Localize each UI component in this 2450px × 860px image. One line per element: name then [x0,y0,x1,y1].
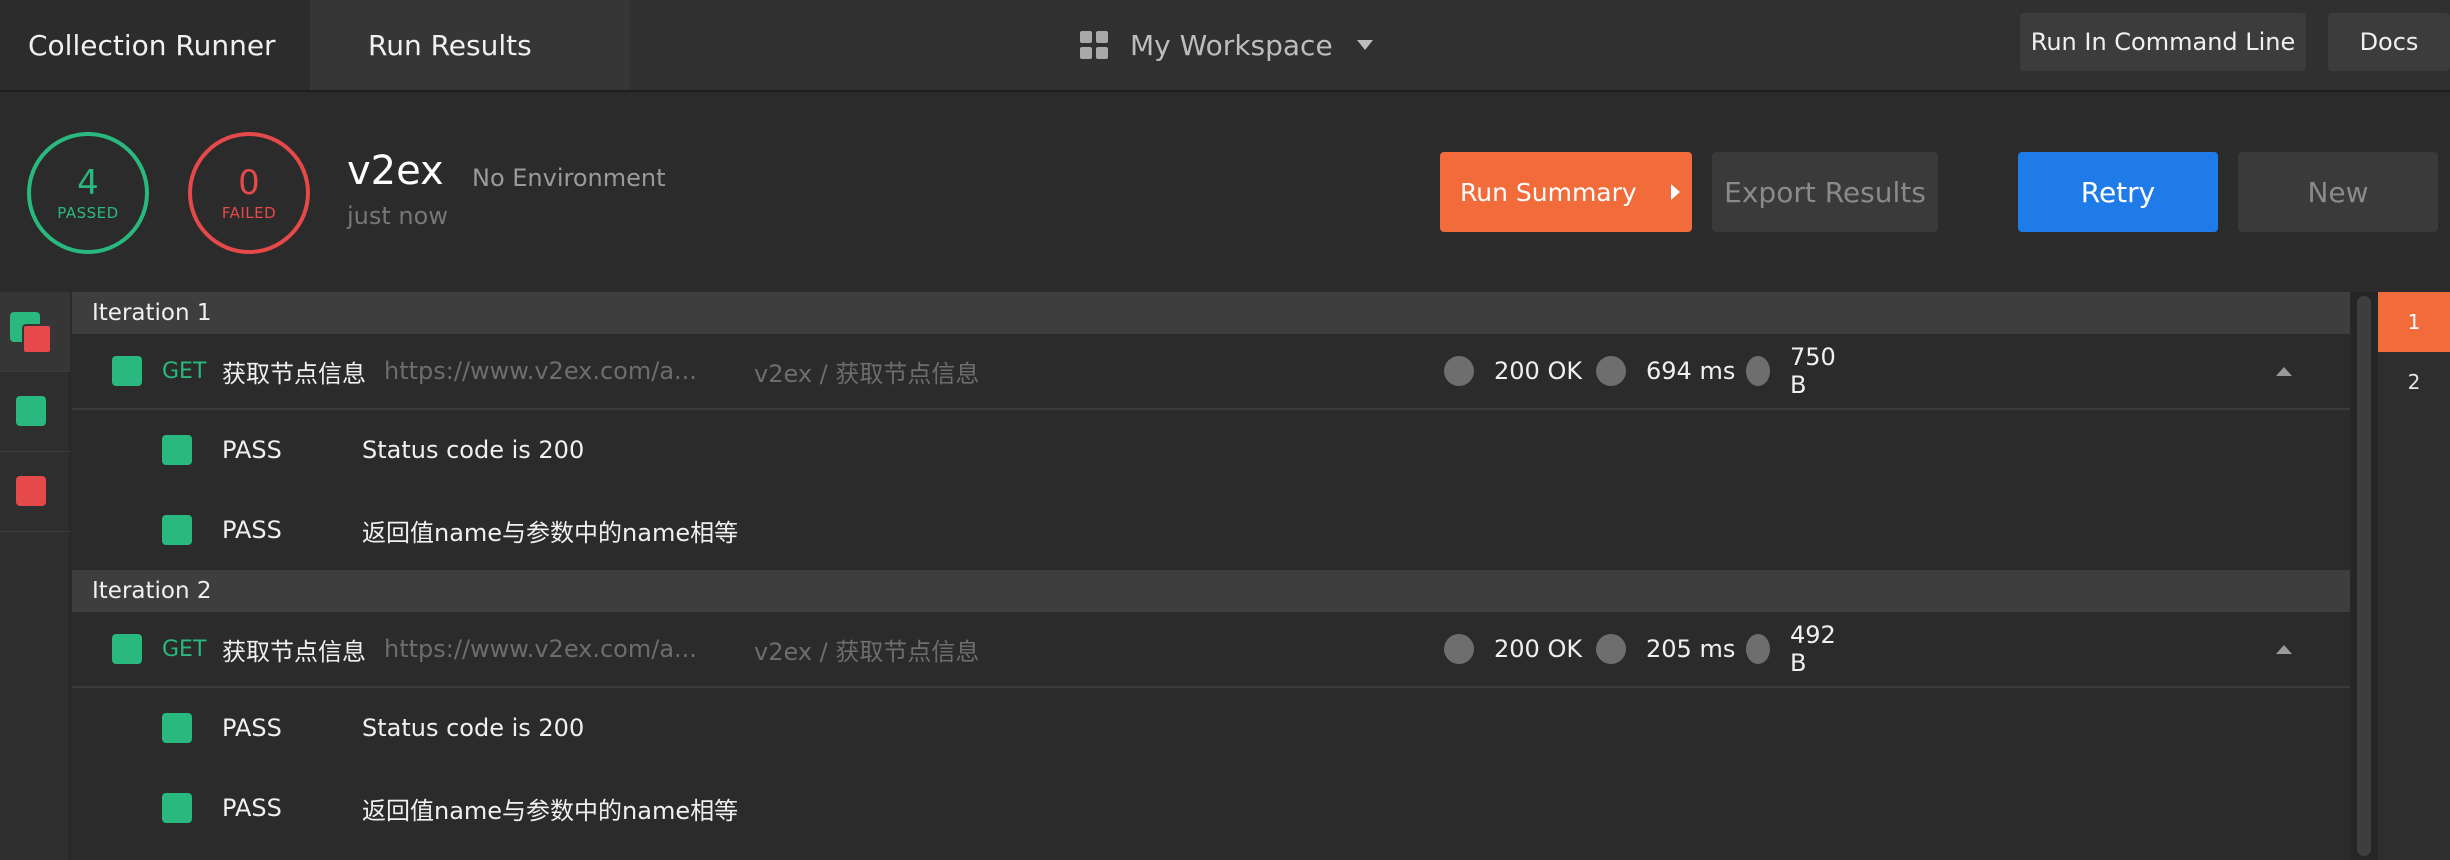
response-time: 205 ms [1596,634,1746,664]
response-status: 200 OK [1444,356,1596,386]
time-dot-icon [1596,634,1626,664]
fail-square-icon [16,476,46,506]
pass-square-icon [162,435,192,465]
pass-square-icon [16,396,46,426]
filter-all[interactable] [0,292,70,372]
filter-failed[interactable] [0,452,70,532]
run-timestamp: just now [347,202,448,230]
collection-name: v2ex [347,148,444,194]
iteration-page-2[interactable]: 2 [2378,352,2450,412]
breadcrumb-label: Collection Runner [28,28,276,62]
iteration-pager: 1 2 [2378,292,2450,860]
breadcrumb-label: Run Results [368,28,532,62]
play-arrow-icon [1670,184,1680,200]
test-name: 返回值name与参数中的name相等 [362,518,739,547]
test-result-row: PASS 返回值name与参数中的name相等 [72,490,2350,570]
request-name: 获取节点信息 [222,637,366,666]
response-time: 694 ms [1596,356,1746,386]
collapse-caret-icon[interactable] [2276,367,2292,376]
test-result-row: PASS 返回值name与参数中的name相等 [72,768,2350,848]
pass-square-icon [112,356,142,386]
workspace-name: My Workspace [1130,28,1333,62]
test-status: PASS [222,436,282,464]
caret-down-icon [1356,40,1373,50]
test-name: 返回值name与参数中的name相等 [362,796,739,825]
response-status-text: 200 OK [1494,357,1583,385]
response-size-text: 750 B [1790,343,1836,399]
response-size-text: 492 B [1790,621,1836,677]
request-method: GET [162,636,207,662]
passed-count-badge: 4 PASSED [27,132,149,254]
response-size: 750 B [1746,343,1846,399]
breadcrumb-separator [608,0,630,90]
scrollbar-thumb[interactable] [2357,296,2371,856]
request-url: https://www.v2ex.com/a... [384,357,697,385]
iteration-header: Iteration 1 [72,292,2350,334]
run-in-command-line-button[interactable]: Run In Command Line [2020,13,2306,71]
pass-square-icon [162,713,192,743]
iteration-header: Iteration 2 [72,570,2350,612]
request-method: GET [162,358,207,384]
passed-count: 4 [77,163,99,203]
results-scrollbar[interactable] [2350,292,2378,860]
pass-square-icon [112,634,142,664]
response-time-text: 205 ms [1646,635,1736,663]
status-dot-icon [1444,634,1474,664]
response-size: 492 B [1746,621,1846,677]
test-name: Status code is 200 [362,436,585,464]
failed-count: 0 [238,163,260,203]
collapse-caret-icon[interactable] [2276,645,2292,654]
response-status: 200 OK [1444,634,1596,664]
test-name: Status code is 200 [362,714,585,742]
request-row[interactable]: GET 获取节点信息 https://www.v2ex.com/a... v2e… [72,334,2350,410]
failed-count-badge: 0 FAILED [188,132,310,254]
breadcrumb-run-results[interactable]: Run Results [310,0,630,90]
results-list: Iteration 1 GET 获取节点信息 https://www.v2ex.… [72,292,2350,860]
top-nav: Collection Runner Run Results My Workspa… [0,0,2450,92]
breadcrumb-collection-runner[interactable]: Collection Runner [0,0,310,90]
export-results-button[interactable]: Export Results [1712,152,1938,232]
failed-label: FAILED [221,204,277,222]
workspace-switcher[interactable]: My Workspace [1080,0,1373,90]
passed-label: PASSED [57,204,119,222]
size-dot-icon [1746,356,1771,386]
request-path: v2ex / 获取节点信息 [754,359,980,388]
size-dot-icon [1746,634,1771,664]
test-status: PASS [222,794,282,822]
test-result-row: PASS Status code is 200 [72,688,2350,768]
status-dot-icon [1444,356,1474,386]
run-summary-label: Run Summary [1460,177,1637,207]
test-status: PASS [222,714,282,742]
test-status: PASS [222,516,282,544]
run-summary-header: 4 PASSED 0 FAILED v2ex No Environment ju… [0,92,2450,292]
docs-button[interactable]: Docs [2328,13,2450,71]
run-summary-button[interactable]: Run Summary [1440,152,1692,232]
iteration-page-1[interactable]: 1 [2378,292,2450,352]
new-button[interactable]: New [2238,152,2438,232]
filter-passed[interactable] [0,372,70,452]
request-url: https://www.v2ex.com/a... [384,635,697,663]
environment-name: No Environment [472,164,666,192]
response-time-text: 694 ms [1646,357,1736,385]
retry-button[interactable]: Retry [2018,152,2218,232]
fail-square-icon [22,324,52,354]
request-row[interactable]: GET 获取节点信息 https://www.v2ex.com/a... v2e… [72,612,2350,688]
pass-square-icon [162,515,192,545]
test-result-row: PASS Status code is 200 [72,410,2350,490]
pass-square-icon [162,793,192,823]
result-filter-rail [0,292,70,860]
time-dot-icon [1596,356,1626,386]
response-status-text: 200 OK [1494,635,1583,663]
grid-icon [1080,31,1108,59]
request-path: v2ex / 获取节点信息 [754,637,980,666]
request-name: 获取节点信息 [222,359,366,388]
